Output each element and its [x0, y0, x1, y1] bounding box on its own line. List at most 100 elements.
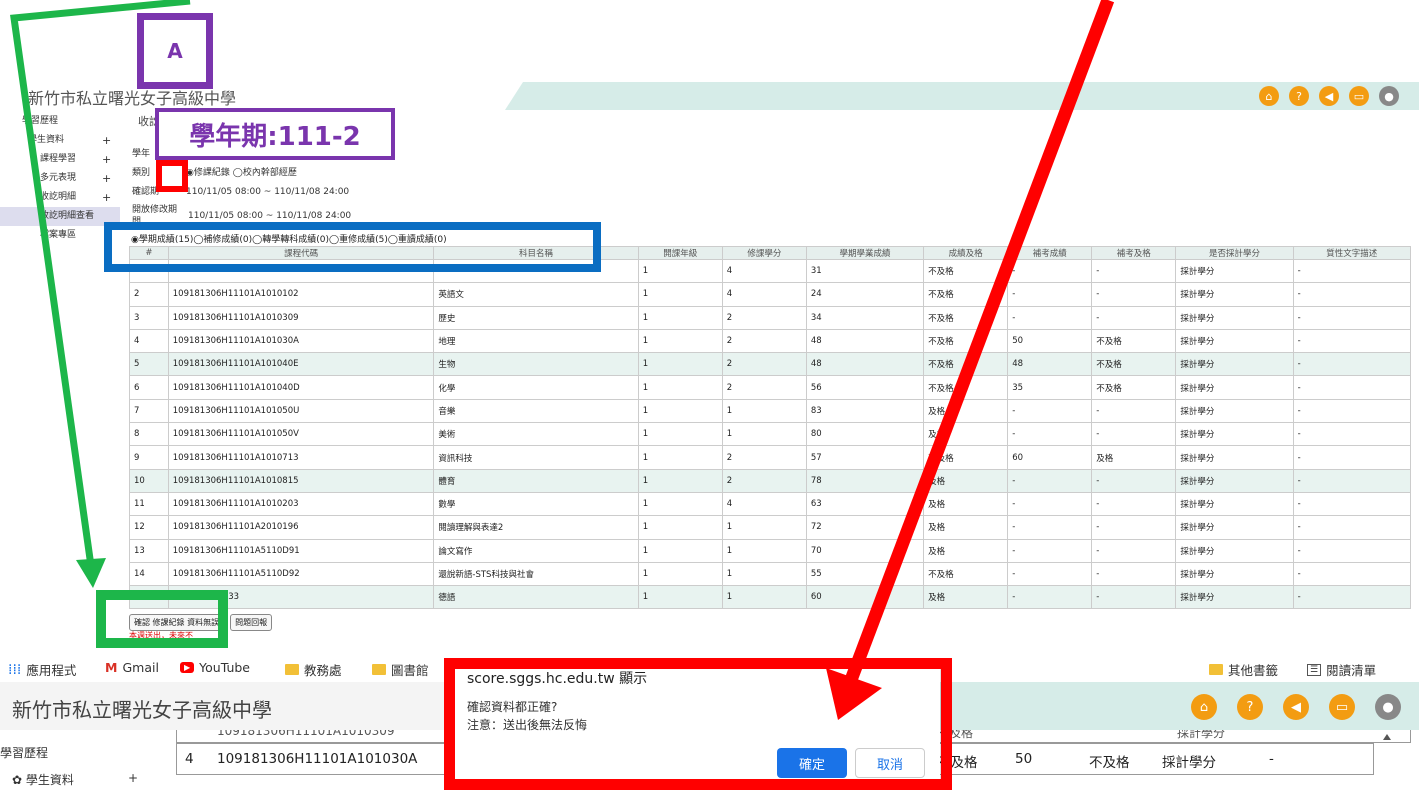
confirm-period-value: 110/11/05 08:00 ~ 110/11/08 24:00	[186, 187, 350, 197]
table-cell: 1	[637, 515, 723, 540]
expand-icon[interactable]: +	[102, 169, 111, 188]
speaker-icon[interactable]: ◀	[1283, 694, 1309, 720]
table-cell: 不及格	[923, 445, 1009, 470]
confirm-button-highlight-box	[96, 590, 228, 648]
table-cell: 4	[721, 491, 807, 517]
bookmark-other[interactable]: 其他書籤	[1209, 660, 1278, 679]
table-cell: 採計學分	[1175, 375, 1294, 400]
home-icon[interactable]: ⌂	[1191, 694, 1217, 720]
table-cell: 音樂	[433, 398, 639, 424]
dialog-highlight-box	[444, 658, 952, 790]
table-cell: 31	[805, 258, 925, 284]
table-cell: 不及格	[923, 258, 1009, 284]
table-row: 11 109181306H11101A1010203 數學 1 4 63 及格 - - 採計學分 -	[129, 491, 1412, 517]
radio-highlight-box	[156, 160, 188, 192]
table-cell: 閱讀理解與表達2	[433, 515, 639, 540]
bookmark-label: 閱讀清單	[1326, 663, 1377, 678]
table-cell: 48	[805, 328, 925, 354]
table-cell: 7	[129, 398, 169, 424]
folder-icon	[1209, 664, 1223, 675]
table-cell: 2	[129, 282, 169, 307]
table-cell: 72	[805, 515, 925, 540]
table-cell: 及格	[1091, 445, 1177, 470]
table-cell: -	[1091, 468, 1177, 493]
course-code: 109181306H11101A1010309	[217, 730, 395, 738]
table-cell: -	[1292, 538, 1412, 563]
sidebar-item-student-data[interactable]: 學生資料 +	[0, 131, 120, 150]
table-cell: 48	[805, 352, 925, 377]
table-cell: -	[1007, 468, 1093, 493]
table-cell: 109181306H11101A101040E	[167, 352, 435, 377]
table-cell: 採計學分	[1175, 561, 1294, 587]
bookmark-youtube[interactable]: ▶ YouTube	[180, 660, 250, 675]
sidebar-item-student-data[interactable]: ✿ 學生資料 +	[0, 771, 138, 788]
home-icon[interactable]: ⌂	[1259, 86, 1279, 106]
user-icon[interactable]: ●	[1375, 694, 1401, 720]
table-cell: 1	[637, 468, 723, 493]
expand-icon[interactable]: +	[128, 771, 138, 785]
scroll-up-icon[interactable]	[1383, 734, 1391, 740]
table-cell: 14	[129, 561, 169, 587]
table-cell: -	[1292, 282, 1412, 307]
folder-icon	[285, 664, 299, 675]
table-cell: 及格	[923, 491, 1009, 517]
table-cell: -	[1292, 585, 1412, 610]
chat-icon[interactable]: ▭	[1329, 694, 1355, 720]
table-cell: 109181306H11101A101050U	[167, 398, 435, 424]
table-cell: 34	[805, 305, 925, 330]
table-cell: 109181306H11101A101040D	[167, 375, 435, 400]
table-cell: 不及格	[923, 305, 1009, 330]
column-header: 成績及格	[923, 246, 1009, 260]
column-header: 補考成績	[1007, 246, 1093, 260]
header-icons: ⌂ ? ◀ ▭ ●	[1191, 694, 1401, 720]
sidebar-item-course-learning[interactable]: 課程學習 +	[0, 150, 120, 169]
bookmark-apps[interactable]: ⁞⁞⁞ 應用程式	[8, 660, 76, 679]
sidebar-item-files[interactable]: 檔案專區	[0, 226, 120, 245]
chat-icon[interactable]: ▭	[1349, 86, 1369, 106]
bookmark-gmail[interactable]: M Gmail	[105, 660, 159, 675]
sidebar-item-receipt[interactable]: 收訖明細 +	[0, 188, 120, 207]
expand-icon[interactable]: +	[102, 150, 111, 169]
table-cell: -	[1007, 258, 1093, 284]
sidebar-item-portfolio[interactable]: 學習歷程	[0, 112, 120, 131]
sidebar-item-label: 多元表現	[40, 173, 77, 183]
table-cell: 英語文	[433, 282, 639, 307]
table-cell: 及格	[923, 515, 1009, 540]
table-cell: 70	[805, 538, 925, 563]
sidebar-item-label: 學生資料	[25, 773, 74, 787]
table-cell: 及格	[923, 585, 1009, 610]
radio-course-record[interactable]: 修課紀錄	[194, 168, 230, 178]
table-row: 5 109181306H11101A101040E 生物 1 2 48 不及格 48 不及格 採計…	[129, 352, 1412, 377]
table-cell: 57	[805, 445, 925, 470]
table-cell: 35	[1007, 375, 1093, 400]
expand-icon[interactable]: +	[102, 188, 111, 207]
table-cell: 1	[721, 515, 807, 540]
sidebar-item-label: 課程學習	[40, 154, 77, 164]
sidebar-item-performance[interactable]: 多元表現 +	[0, 169, 120, 188]
sidebar-item-receipt-view[interactable]: 收訖明細查看	[0, 207, 120, 226]
radio-cadre[interactable]: 校內幹部經歷	[243, 168, 297, 178]
category-radios: ◉修課紀錄 ◯校內幹部經歷	[186, 168, 297, 178]
report-button[interactable]: 問題回報	[230, 614, 273, 631]
speaker-icon[interactable]: ◀	[1319, 86, 1339, 106]
table-cell: -	[1292, 561, 1412, 587]
table-cell: 56	[805, 375, 925, 400]
bookmark-reading-list[interactable]: ☰ 閱讀清單	[1307, 660, 1376, 679]
table-cell: 採計學分	[1175, 515, 1294, 540]
user-icon[interactable]: ●	[1379, 86, 1399, 106]
table-cell: 採計學分	[1175, 282, 1294, 307]
table-cell: 2	[721, 468, 807, 493]
table-row: 10 109181306H11101A1010815 體育 1 2 78 及格 - - 採計學分 -	[129, 468, 1412, 493]
help-icon[interactable]: ?	[1289, 86, 1309, 106]
table-cell: 60	[1007, 445, 1093, 470]
table-cell: 10	[129, 468, 169, 493]
table-cell: 化學	[433, 375, 639, 400]
sidebar-heading[interactable]: 學習歷程	[0, 744, 74, 761]
table-cell: 採計學分	[1175, 352, 1294, 377]
help-icon[interactable]: ?	[1237, 694, 1263, 720]
sidebar-item-label: 學生資料	[28, 135, 65, 145]
expand-icon[interactable]: +	[102, 131, 111, 150]
bookmark-library[interactable]: 圖書館	[372, 660, 429, 679]
bookmark-academic[interactable]: 教務處	[285, 660, 342, 679]
table-cell: 1	[637, 445, 723, 470]
